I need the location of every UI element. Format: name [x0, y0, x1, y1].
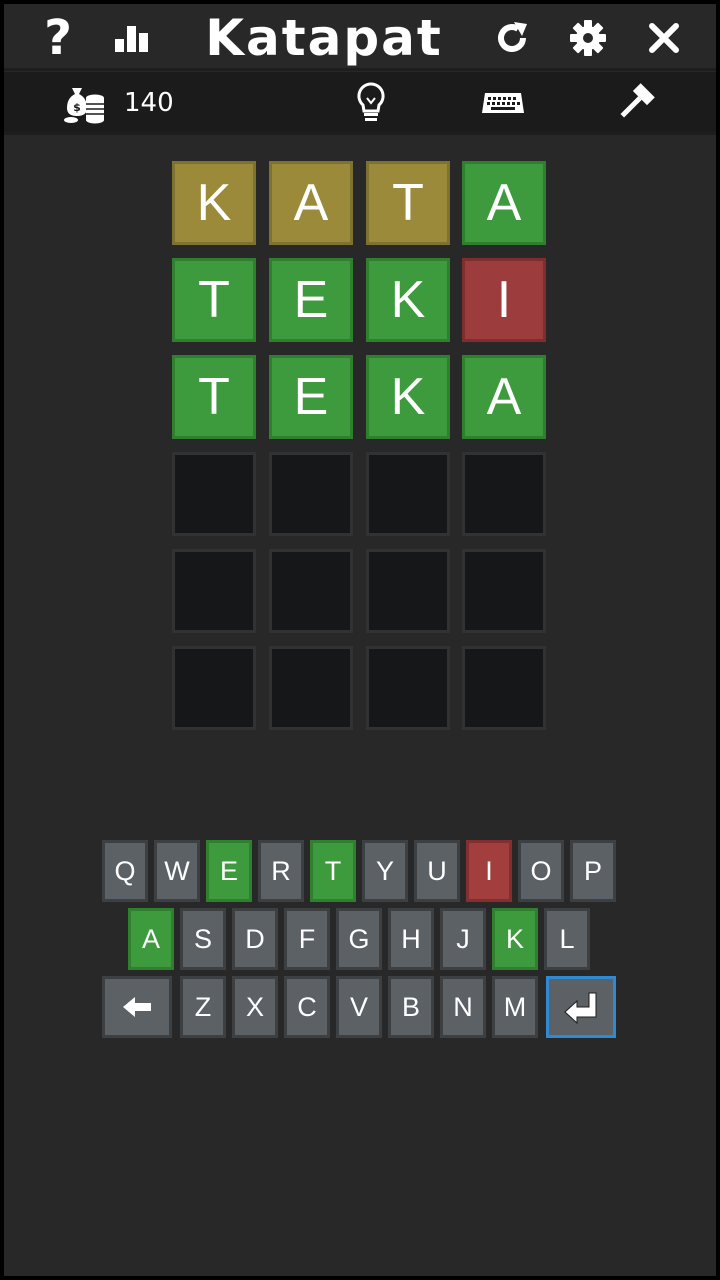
- key-d[interactable]: D: [232, 908, 278, 970]
- key-g[interactable]: G: [336, 908, 382, 970]
- gear-icon: [570, 20, 606, 56]
- hammer-button[interactable]: [610, 78, 660, 128]
- board-tile: [462, 549, 546, 633]
- board-tile: [462, 452, 546, 536]
- enter-key[interactable]: [546, 976, 616, 1038]
- backspace-arrow-icon: [123, 997, 151, 1017]
- keyboard-button[interactable]: [478, 78, 528, 128]
- key-i[interactable]: I: [466, 840, 512, 902]
- key-u[interactable]: U: [414, 840, 460, 902]
- enter-return-icon: [564, 992, 597, 1024]
- close-icon: [649, 23, 679, 53]
- restart-icon: [498, 22, 527, 52]
- coins-display: $: [60, 78, 110, 128]
- key-n[interactable]: N: [440, 976, 486, 1038]
- board-tile: [366, 549, 450, 633]
- key-v[interactable]: V: [336, 976, 382, 1038]
- key-a[interactable]: A: [128, 908, 174, 970]
- board-tile: K: [366, 258, 450, 342]
- close-button[interactable]: [640, 12, 688, 64]
- board-tile: A: [462, 355, 546, 439]
- key-s[interactable]: S: [180, 908, 226, 970]
- board-tile: T: [366, 161, 450, 245]
- settings-button[interactable]: [564, 12, 612, 64]
- board-tile: I: [462, 258, 546, 342]
- key-h[interactable]: H: [388, 908, 434, 970]
- question-mark-icon: ?: [44, 10, 72, 66]
- key-z[interactable]: Z: [180, 976, 226, 1038]
- key-q[interactable]: Q: [102, 840, 148, 902]
- money-bag-coins-icon: $: [64, 88, 104, 124]
- board-tile: [269, 646, 353, 730]
- key-b[interactable]: B: [388, 976, 434, 1038]
- game-screen: ? Katapat $ 140 K A T A T E K I T E K A …: [4, 4, 716, 1276]
- page-title: Katapat: [205, 9, 443, 67]
- board-tile: [366, 646, 450, 730]
- key-o[interactable]: O: [518, 840, 564, 902]
- board-tile: [269, 549, 353, 633]
- board-tile: [172, 452, 256, 536]
- stats-button[interactable]: [108, 12, 156, 64]
- toolbar: $ 140: [4, 72, 716, 134]
- board-tile: [172, 549, 256, 633]
- key-w[interactable]: W: [154, 840, 200, 902]
- header-divider: [4, 68, 716, 71]
- bar-chart-icon: [115, 26, 148, 52]
- key-c[interactable]: C: [284, 976, 330, 1038]
- restart-button[interactable]: [488, 12, 536, 64]
- key-j[interactable]: J: [440, 908, 486, 970]
- key-k[interactable]: K: [492, 908, 538, 970]
- header-bar: ? Katapat: [4, 4, 716, 70]
- board-tile: K: [366, 355, 450, 439]
- board-tile: E: [269, 258, 353, 342]
- board-tile: T: [172, 258, 256, 342]
- hint-button[interactable]: [346, 78, 396, 128]
- board-tile: E: [269, 355, 353, 439]
- coin-count: 140: [124, 88, 174, 118]
- board-tile: K: [172, 161, 256, 245]
- board-tile: A: [462, 161, 546, 245]
- board-tile: [269, 452, 353, 536]
- backspace-key[interactable]: [102, 976, 172, 1038]
- key-x[interactable]: X: [232, 976, 278, 1038]
- key-r[interactable]: R: [258, 840, 304, 902]
- svg-text:$: $: [73, 101, 81, 114]
- key-t[interactable]: T: [310, 840, 356, 902]
- board-tile: [462, 646, 546, 730]
- key-y[interactable]: Y: [362, 840, 408, 902]
- key-l[interactable]: L: [544, 908, 590, 970]
- key-p[interactable]: P: [570, 840, 616, 902]
- board-tile: [366, 452, 450, 536]
- board-tile: T: [172, 355, 256, 439]
- board-tile: A: [269, 161, 353, 245]
- key-f[interactable]: F: [284, 908, 330, 970]
- key-m[interactable]: M: [492, 976, 538, 1038]
- board-tile: [172, 646, 256, 730]
- toolbar-divider: [4, 132, 716, 135]
- keyboard-icon: [482, 93, 524, 113]
- lightbulb-icon: [357, 82, 385, 121]
- hammer-icon: [620, 83, 655, 118]
- help-button[interactable]: ?: [34, 12, 82, 64]
- key-e[interactable]: E: [206, 840, 252, 902]
